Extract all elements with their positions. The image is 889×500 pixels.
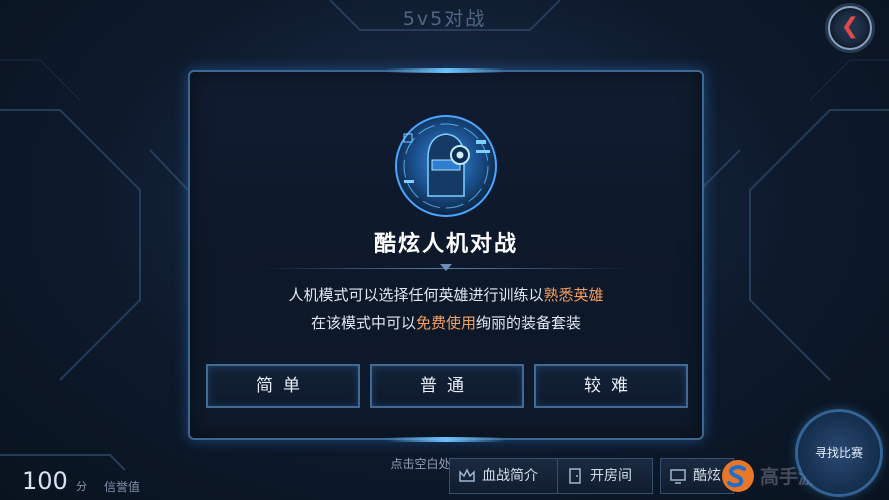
monitor-icon — [670, 469, 686, 484]
credit-score-label: 信誉值 — [104, 480, 141, 494]
description-text: 人机模式可以选择任何英雄进行训练以 — [288, 286, 544, 304]
game-screen: 5v5对战 ❮ 酷炫人机对战 人机模式可以选择任何英雄进行训练以熟悉英雄 在该模… — [0, 0, 889, 500]
description-highlight: 熟悉英雄 — [543, 286, 604, 304]
dialog-top-glow — [386, 68, 506, 73]
crown-icon — [459, 468, 475, 482]
s-logo-icon — [722, 460, 754, 492]
description-line-1: 人机模式可以选择任何英雄进行训练以熟悉英雄 — [190, 284, 702, 305]
robot-head-icon — [395, 115, 497, 217]
description-highlight: 免费使用 — [415, 314, 476, 332]
normal-difficulty-button[interactable]: 普通 — [370, 364, 524, 408]
back-arrow-icon: ❮ — [840, 14, 860, 39]
door-icon — [569, 468, 581, 484]
battle-intro-tab[interactable]: 血战简介 — [449, 458, 561, 494]
create-room-label: 开房间 — [590, 468, 632, 484]
mode-title: 5v5对战 — [402, 8, 487, 30]
battle-intro-label: 血战简介 — [482, 468, 538, 484]
hard-difficulty-button[interactable]: 较难 — [534, 364, 688, 408]
dialog-bottom-glow — [386, 437, 506, 442]
description-line-2: 在该模式中可以免费使用绚丽的装备套装 — [190, 312, 702, 333]
find-match-button[interactable]: 寻找比赛 — [798, 412, 880, 494]
ai-battle-dialog: 酷炫人机对战 人机模式可以选择任何英雄进行训练以熟悉英雄 在该模式中可以免费使用… — [188, 68, 704, 442]
cool-mode-label: 酷炫 — [693, 468, 721, 484]
divider-arrow-icon — [440, 264, 452, 271]
create-room-tab[interactable]: 开房间 — [557, 458, 653, 494]
credit-score-value: 100 — [22, 467, 68, 495]
description-text: 在该模式中可以 — [310, 314, 416, 332]
back-button[interactable]: ❮ — [828, 6, 872, 50]
description-text: 绚丽的装备套装 — [476, 314, 582, 332]
dialog-title: 酷炫人机对战 — [373, 232, 518, 257]
credit-score-unit: 分 — [76, 480, 87, 493]
easy-difficulty-button[interactable]: 简单 — [206, 364, 360, 408]
